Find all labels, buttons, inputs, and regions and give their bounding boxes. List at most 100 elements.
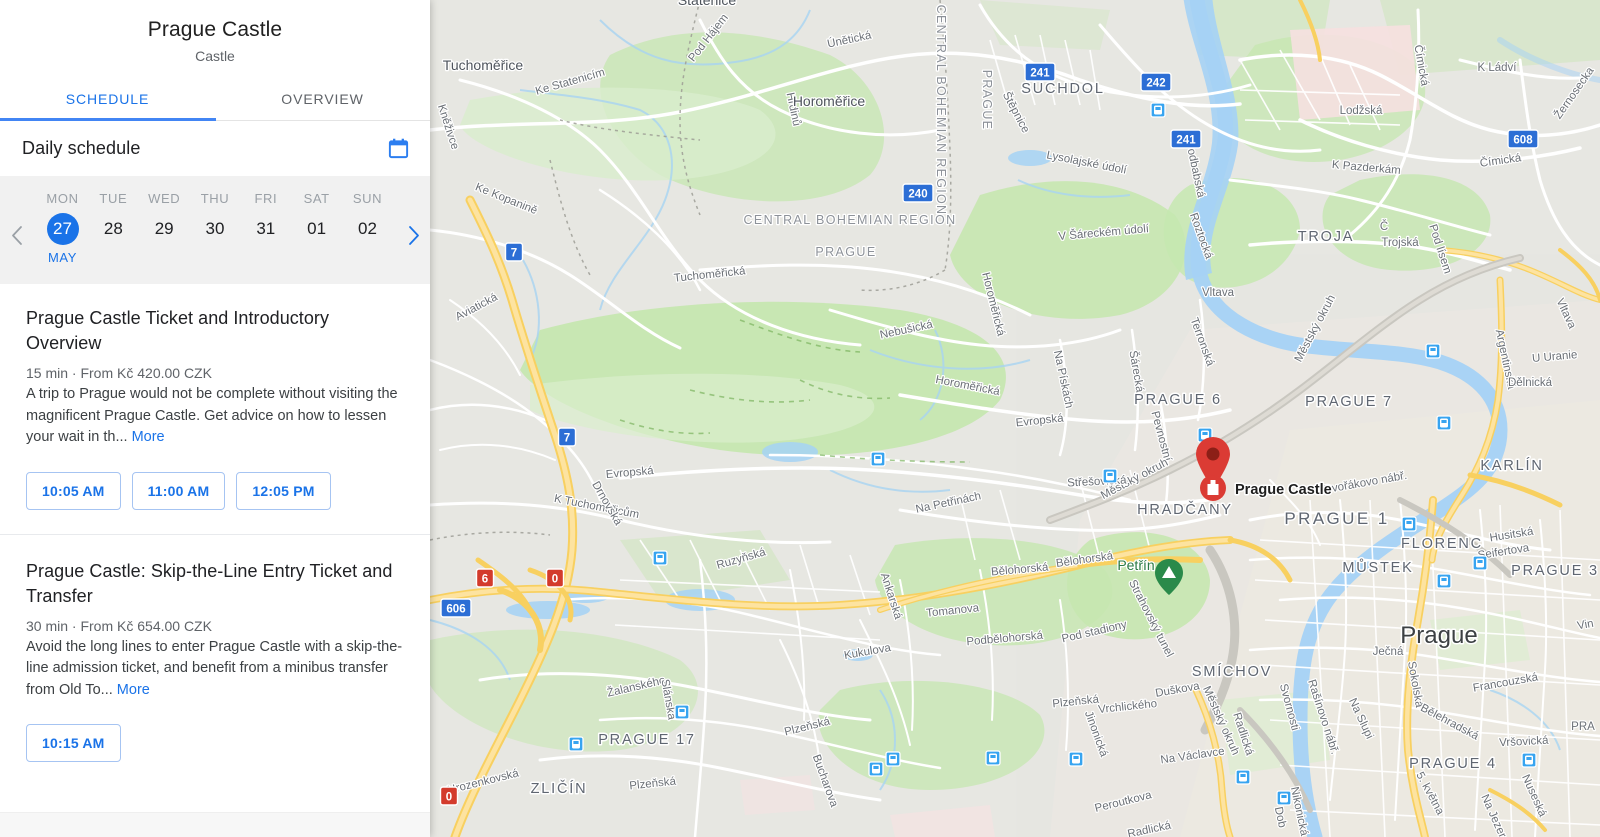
transit-station-icon[interactable] <box>568 736 584 752</box>
daily-schedule-bar: Daily schedule <box>0 121 430 176</box>
transit-station-icon[interactable] <box>1276 790 1292 806</box>
offer-list: Prague Castle Ticket and Introductory Ov… <box>0 284 430 764</box>
daily-schedule-label: Daily schedule <box>22 138 141 158</box>
offer-card[interactable]: Prague Castle: Skip-the-Line Entry Ticke… <box>0 533 430 765</box>
transit-station-icon[interactable] <box>870 451 886 467</box>
road-shield: 0 <box>439 786 459 806</box>
transit-station-icon[interactable] <box>1102 468 1118 484</box>
street-label: K Ládví <box>1478 62 1518 74</box>
map-place-label: Petřín <box>1117 557 1154 573</box>
day-of-week: TUE <box>99 191 128 206</box>
page-title: Prague Castle <box>147 18 283 41</box>
street-label: PRA <box>1571 721 1595 733</box>
time-slot-button[interactable]: 11:00 AM <box>131 471 226 510</box>
day-cell[interactable]: TUE 28 <box>89 190 138 268</box>
road-shield: 7 <box>504 242 524 262</box>
next-week-button[interactable] <box>396 208 430 262</box>
road-shield: 240 <box>902 183 934 203</box>
map-place-label: HRADČANY <box>1137 501 1233 518</box>
map-marker-label: Prague Castle <box>1235 482 1332 498</box>
map-place-label: PRAGUE 6 <box>1134 392 1222 408</box>
day-number: 27 <box>46 213 79 245</box>
road-shield: 0 <box>545 568 565 588</box>
map-place-label: Horoměřice <box>793 93 866 109</box>
day-cell[interactable]: THU 30 <box>190 190 239 268</box>
day-of-week: SUN <box>352 191 383 206</box>
time-slot-button[interactable]: 10:15 AM <box>26 724 121 762</box>
map-place-label: PRAGUE 4 <box>1409 756 1497 772</box>
more-link[interactable]: More <box>117 682 150 698</box>
time-slot-list: 10:15 AM <box>26 724 404 764</box>
day-number: 02 <box>358 219 377 238</box>
street-label: Lodžská <box>1340 105 1383 117</box>
road-shield: 241 <box>1024 62 1056 82</box>
month-label: MAY <box>47 250 77 265</box>
day-of-week: WED <box>148 191 181 206</box>
prev-week-button[interactable] <box>0 208 34 262</box>
map-place-label: PRAGUE <box>815 245 876 259</box>
day-cell[interactable]: SUN 02 <box>343 190 392 268</box>
transit-station-icon[interactable] <box>1401 516 1417 532</box>
day-cell[interactable]: SAT 01 <box>292 190 341 268</box>
calendar-icon[interactable] <box>387 137 410 160</box>
time-slot-list: 10:05 AM 11:00 AM 12:05 PM <box>26 471 404 512</box>
more-link[interactable]: More <box>132 429 165 445</box>
active-tab-indicator <box>0 118 216 121</box>
transit-station-icon[interactable] <box>885 751 901 767</box>
time-slot-button[interactable]: 10:05 AM <box>26 471 121 510</box>
map-place-label: ZLIČÍN <box>531 780 588 797</box>
street-label: Č <box>1380 220 1388 233</box>
map-place-label: PRAGUE 1 <box>1284 509 1389 528</box>
day-of-week: SAT <box>303 191 330 206</box>
place-details-panel: Prague Castle Castle SCHEDULE OVERVIEW D… <box>0 0 430 837</box>
transit-station-icon[interactable] <box>1425 343 1441 359</box>
day-of-week: FRI <box>254 191 278 206</box>
offer-description: A trip to Prague would not be complete w… <box>26 386 398 445</box>
day-cell[interactable]: MON 27 MAY <box>38 190 87 268</box>
svg-text:608: 608 <box>1513 135 1533 147</box>
road-shield: 606 <box>440 598 472 618</box>
map-place-label: KARLÍN <box>1480 457 1543 474</box>
transit-station-icon[interactable] <box>1436 573 1452 589</box>
offer-description: Avoid the long lines to enter Prague Cas… <box>26 638 403 698</box>
transit-station-icon[interactable] <box>1150 102 1166 118</box>
map-place-label: Tuchoměřice <box>443 57 524 73</box>
panel-header: Prague Castle Castle SCHEDULE OVERVIEW <box>0 0 430 121</box>
tab-schedule[interactable]: SCHEDULE <box>0 80 215 120</box>
transit-station-icon[interactable] <box>868 761 884 777</box>
day-list: MON 27 MAY TUE 28 WED 29 THU 30 FRI 31 SAT 01 SUN 02 <box>34 190 396 268</box>
offer-card[interactable]: Prague Castle Ticket and Introductory Ov… <box>0 284 430 512</box>
svg-text:7: 7 <box>564 433 570 445</box>
map-region-label-vertical: CENTRAL BOHEMIAN REGION <box>934 5 948 216</box>
road-shield: 242 <box>1140 72 1172 92</box>
day-cell[interactable]: WED 29 <box>140 190 189 268</box>
street-label: Ječná <box>1373 646 1404 658</box>
transit-station-icon[interactable] <box>652 550 668 566</box>
transit-station-icon[interactable] <box>1436 415 1452 431</box>
transit-station-icon[interactable] <box>1521 752 1537 768</box>
map-place-label: Prague <box>1400 622 1477 649</box>
road-shield: 7 <box>557 427 577 447</box>
tab-overview[interactable]: OVERVIEW <box>215 80 430 120</box>
street-label: Dělnická <box>1508 377 1553 389</box>
transit-station-icon[interactable] <box>1235 769 1251 785</box>
map-place-label: SMÍCHOV <box>1192 663 1272 680</box>
place-category: Castle <box>195 48 235 64</box>
day-cell[interactable]: FRI 31 <box>241 190 290 268</box>
time-slot-button[interactable]: 12:05 PM <box>236 471 331 510</box>
map-place-label: MŮSTEK <box>1342 558 1413 576</box>
transit-station-icon[interactable] <box>1068 751 1084 767</box>
svg-text:241: 241 <box>1030 68 1050 80</box>
offer-meta: 15 min · From Kč 420.00 CZK <box>26 365 212 381</box>
day-of-week: MON <box>46 191 79 206</box>
map-place-label: Statenice <box>678 0 737 8</box>
transit-station-icon[interactable] <box>985 750 1001 766</box>
svg-text:6: 6 <box>482 574 488 586</box>
street-label: Vltava <box>1202 287 1235 299</box>
map-place-label: PRAGUE 17 <box>598 732 696 748</box>
map-region-label-vertical: PRAGUE <box>980 70 994 131</box>
transit-station-icon[interactable] <box>674 704 690 720</box>
day-number: 30 <box>205 219 225 238</box>
tab-bar: SCHEDULE OVERVIEW <box>0 80 430 121</box>
transit-station-icon[interactable] <box>1472 555 1488 571</box>
